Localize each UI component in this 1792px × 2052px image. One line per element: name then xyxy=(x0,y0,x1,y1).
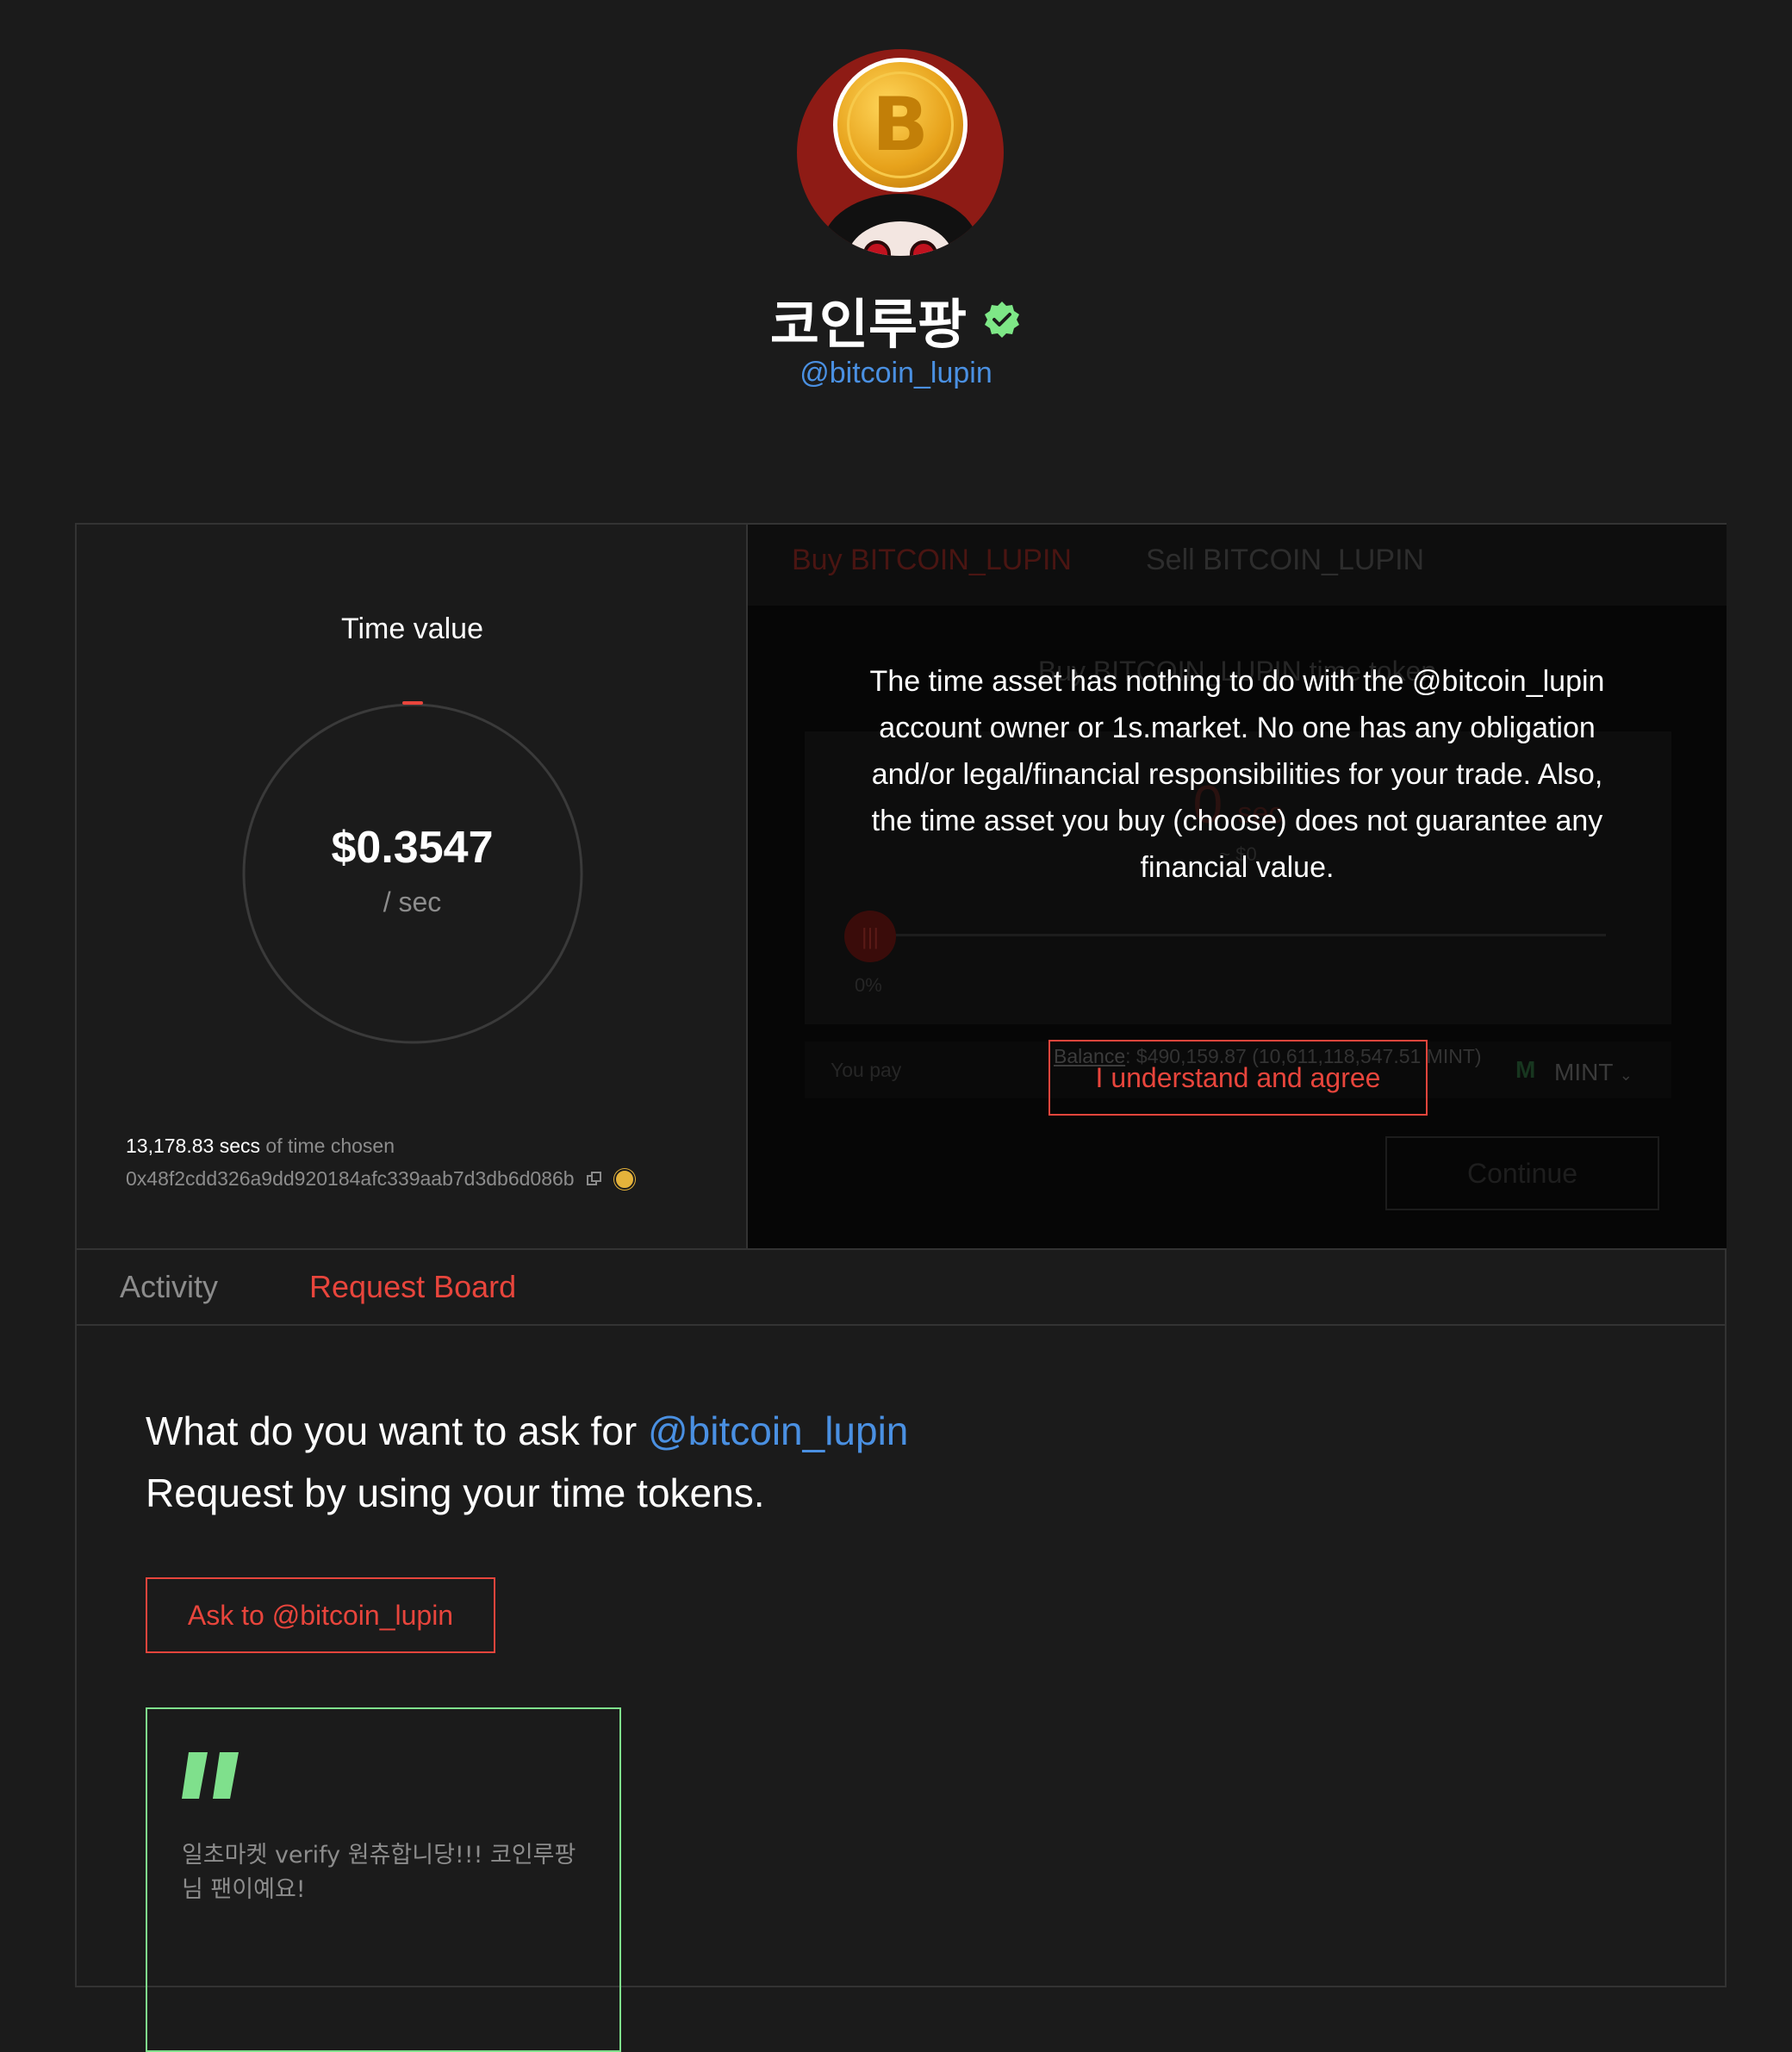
content-tabs: Activity Request Board xyxy=(77,1248,1725,1326)
explorer-icon[interactable] xyxy=(613,1168,635,1190)
amount-slider-track[interactable] xyxy=(874,934,1606,936)
tab-sell[interactable]: Sell BITCOIN_LUPIN xyxy=(1146,544,1424,577)
disclaimer-text: The time asset has nothing to do with th… xyxy=(869,665,1605,884)
balance-label: Balance xyxy=(1054,1045,1126,1067)
display-name: 코인루팡 xyxy=(769,293,968,356)
ask-line2: Request by using your time tokens. xyxy=(146,1471,765,1515)
currency-label: MINT xyxy=(1554,1059,1613,1085)
main-panel: Time value $0.3547 / sec 13,178.83 secs … xyxy=(75,523,1727,2052)
continue-button[interactable]: Continue xyxy=(1385,1136,1659,1210)
quote-icon xyxy=(182,1752,239,1799)
chevron-down-icon: ⌄ xyxy=(1619,1066,1633,1084)
ask-mention-link[interactable]: @bitcoin_lupin xyxy=(648,1408,908,1453)
time-value-card: Time value $0.3547 / sec 13,178.83 secs … xyxy=(77,525,748,1248)
request-card[interactable]: 일초마켓 verify 원츄합니당!!! 코인루팡님 팬이예요! xyxy=(146,1707,621,2052)
balance-value: : $490,159.87 (10,611,118,547.51 MINT) xyxy=(1125,1045,1482,1067)
currency-select[interactable]: MINT ⌄ xyxy=(1554,1059,1633,1086)
time-value-gauge xyxy=(242,701,583,1044)
tab-request-board[interactable]: Request Board xyxy=(309,1269,516,1305)
token-address-row: 0x48f2cdd326a9dd920184afc339aab7d3db6d08… xyxy=(126,1167,635,1191)
ask-prefix: What do you want to ask for xyxy=(146,1408,638,1453)
you-pay-label: You pay xyxy=(831,1059,902,1081)
mint-logo-icon: M xyxy=(1515,1056,1536,1083)
token-address: 0x48f2cdd326a9dd920184afc339aab7d3db6d08… xyxy=(126,1167,575,1190)
trade-tabs: Buy BITCOIN_LUPIN Sell BITCOIN_LUPIN xyxy=(748,525,1727,606)
time-chosen-line: 13,178.83 secs of time chosen xyxy=(126,1135,395,1158)
bitcoin-coin-icon: B xyxy=(833,58,968,192)
slider-percent: 0% xyxy=(855,974,882,996)
time-value-title: Time value xyxy=(340,612,484,645)
bitcoin-symbol: B xyxy=(847,72,954,178)
time-chosen-suffix: of time chosen xyxy=(265,1135,395,1157)
tab-activity[interactable]: Activity xyxy=(120,1269,218,1305)
copy-icon[interactable] xyxy=(586,1171,602,1187)
trade-panel: Buy BITCOIN_LUPIN Sell BITCOIN_LUPIN Buy… xyxy=(748,525,1727,1248)
slider-handle-icon[interactable]: ||| xyxy=(844,911,896,962)
ask-button[interactable]: Ask to @bitcoin_lupin xyxy=(146,1577,495,1653)
profile-handle-link[interactable]: @bitcoin_lupin xyxy=(0,357,1792,390)
request-board-heading: What do you want to ask for @bitcoin_lup… xyxy=(146,1400,908,1524)
agree-button[interactable]: Balance: $490,159.87 (10,611,118,547.51 … xyxy=(1048,1040,1482,1116)
verified-badge-icon xyxy=(985,302,1020,338)
time-price-value: $0.3547 xyxy=(331,823,494,873)
balance-line: Balance: $490,159.87 (10,611,118,547.51 … xyxy=(1054,1047,1482,1066)
profile-avatar: B xyxy=(797,49,1004,256)
profile-name-row: 코인루팡 xyxy=(0,281,1792,358)
tab-buy[interactable]: Buy BITCOIN_LUPIN xyxy=(792,544,1072,577)
request-text: 일초마켓 verify 원츄합니당!!! 코인루팡님 팬이예요! xyxy=(182,1842,576,1903)
time-chosen-value: 13,178.83 secs xyxy=(126,1135,261,1157)
time-price-unit: / sec xyxy=(383,886,442,917)
